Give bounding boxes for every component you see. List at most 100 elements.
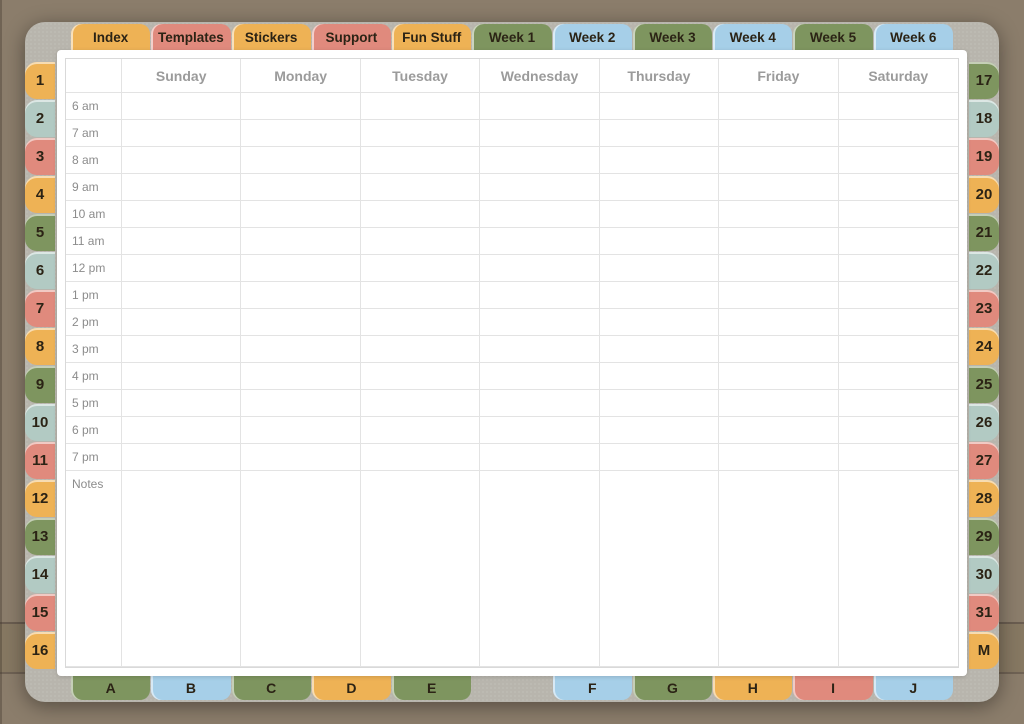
- schedule-cell[interactable]: [600, 201, 719, 228]
- schedule-cell[interactable]: [839, 201, 958, 228]
- schedule-cell[interactable]: [241, 309, 360, 336]
- day-tab-30[interactable]: 30: [969, 556, 999, 593]
- schedule-cell[interactable]: [719, 255, 838, 282]
- schedule-cell[interactable]: [600, 120, 719, 147]
- schedule-cell[interactable]: [361, 363, 480, 390]
- schedule-cell[interactable]: [241, 174, 360, 201]
- bottom-tab-A[interactable]: A: [71, 676, 150, 700]
- schedule-cell[interactable]: [480, 93, 599, 120]
- schedule-cell[interactable]: [480, 255, 599, 282]
- schedule-cell[interactable]: [241, 363, 360, 390]
- schedule-cell[interactable]: [719, 363, 838, 390]
- schedule-cell[interactable]: [719, 444, 838, 471]
- schedule-cell[interactable]: [361, 147, 480, 174]
- schedule-cell[interactable]: [480, 228, 599, 255]
- schedule-cell[interactable]: [839, 147, 958, 174]
- top-tab-week-1[interactable]: Week 1: [472, 24, 551, 50]
- notes-cell-day[interactable]: [361, 471, 480, 667]
- schedule-cell[interactable]: [719, 120, 838, 147]
- day-tab-7[interactable]: 7: [25, 290, 55, 327]
- schedule-cell[interactable]: [600, 417, 719, 444]
- schedule-cell[interactable]: [719, 201, 838, 228]
- day-tab-1[interactable]: 1: [25, 62, 55, 99]
- day-tab-3[interactable]: 3: [25, 138, 55, 175]
- top-tab-week-5[interactable]: Week 5: [793, 24, 872, 50]
- schedule-cell[interactable]: [719, 93, 838, 120]
- bottom-tab-F[interactable]: F: [553, 676, 632, 700]
- schedule-cell[interactable]: [480, 390, 599, 417]
- schedule-cell[interactable]: [600, 228, 719, 255]
- schedule-cell[interactable]: [241, 255, 360, 282]
- schedule-cell[interactable]: [241, 336, 360, 363]
- day-tab-19[interactable]: 19: [969, 138, 999, 175]
- schedule-cell[interactable]: [122, 444, 241, 471]
- schedule-cell[interactable]: [122, 282, 241, 309]
- schedule-cell[interactable]: [361, 309, 480, 336]
- day-tab-24[interactable]: 24: [969, 328, 999, 365]
- day-tab-12[interactable]: 12: [25, 480, 55, 517]
- schedule-cell[interactable]: [480, 174, 599, 201]
- bottom-tab-H[interactable]: H: [713, 676, 792, 700]
- day-tab-5[interactable]: 5: [25, 214, 55, 251]
- schedule-cell[interactable]: [480, 309, 599, 336]
- schedule-cell[interactable]: [361, 93, 480, 120]
- day-tab-2[interactable]: 2: [25, 100, 55, 137]
- day-tab-11[interactable]: 11: [25, 442, 55, 479]
- schedule-cell[interactable]: [719, 417, 838, 444]
- schedule-cell[interactable]: [719, 147, 838, 174]
- schedule-cell[interactable]: [122, 228, 241, 255]
- day-tab-31[interactable]: 31: [969, 594, 999, 631]
- schedule-cell[interactable]: [600, 390, 719, 417]
- day-tab-14[interactable]: 14: [25, 556, 55, 593]
- schedule-cell[interactable]: [122, 417, 241, 444]
- schedule-cell[interactable]: [361, 282, 480, 309]
- top-tab-week-4[interactable]: Week 4: [713, 24, 792, 50]
- notes-cell-day[interactable]: [241, 471, 360, 667]
- schedule-cell[interactable]: [480, 363, 599, 390]
- day-tab-6[interactable]: 6: [25, 252, 55, 289]
- day-tab-8[interactable]: 8: [25, 328, 55, 365]
- top-tab-templates[interactable]: Templates: [151, 24, 230, 50]
- day-tab-27[interactable]: 27: [969, 442, 999, 479]
- top-tab-week-6[interactable]: Week 6: [874, 24, 953, 50]
- day-tab-17[interactable]: 17: [969, 62, 999, 99]
- bottom-tab-D[interactable]: D: [312, 676, 391, 700]
- day-tab-10[interactable]: 10: [25, 404, 55, 441]
- schedule-cell[interactable]: [122, 336, 241, 363]
- schedule-cell[interactable]: [839, 309, 958, 336]
- schedule-cell[interactable]: [241, 282, 360, 309]
- notes-cell-day[interactable]: [122, 471, 241, 667]
- schedule-cell[interactable]: [719, 174, 838, 201]
- schedule-cell[interactable]: [122, 363, 241, 390]
- day-tab-M[interactable]: M: [969, 632, 999, 669]
- schedule-cell[interactable]: [600, 336, 719, 363]
- schedule-cell[interactable]: [361, 336, 480, 363]
- top-tab-stickers[interactable]: Stickers: [232, 24, 311, 50]
- top-tab-support[interactable]: Support: [312, 24, 391, 50]
- schedule-cell[interactable]: [361, 174, 480, 201]
- top-tab-index[interactable]: Index: [71, 24, 150, 50]
- schedule-cell[interactable]: [122, 120, 241, 147]
- day-tab-22[interactable]: 22: [969, 252, 999, 289]
- bottom-tab-C[interactable]: C: [232, 676, 311, 700]
- day-tab-21[interactable]: 21: [969, 214, 999, 251]
- notes-cell-day[interactable]: [480, 471, 599, 667]
- schedule-cell[interactable]: [361, 228, 480, 255]
- schedule-cell[interactable]: [600, 147, 719, 174]
- top-tab-week-2[interactable]: Week 2: [553, 24, 632, 50]
- day-tab-15[interactable]: 15: [25, 594, 55, 631]
- day-tab-4[interactable]: 4: [25, 176, 55, 213]
- day-tab-9[interactable]: 9: [25, 366, 55, 403]
- day-tab-23[interactable]: 23: [969, 290, 999, 327]
- schedule-cell[interactable]: [719, 309, 838, 336]
- bottom-tab-J[interactable]: J: [874, 676, 953, 700]
- schedule-cell[interactable]: [600, 282, 719, 309]
- schedule-cell[interactable]: [839, 363, 958, 390]
- top-tab-week-3[interactable]: Week 3: [633, 24, 712, 50]
- schedule-cell[interactable]: [480, 417, 599, 444]
- schedule-cell[interactable]: [122, 390, 241, 417]
- day-tab-29[interactable]: 29: [969, 518, 999, 555]
- schedule-cell[interactable]: [839, 93, 958, 120]
- schedule-cell[interactable]: [241, 120, 360, 147]
- schedule-cell[interactable]: [600, 255, 719, 282]
